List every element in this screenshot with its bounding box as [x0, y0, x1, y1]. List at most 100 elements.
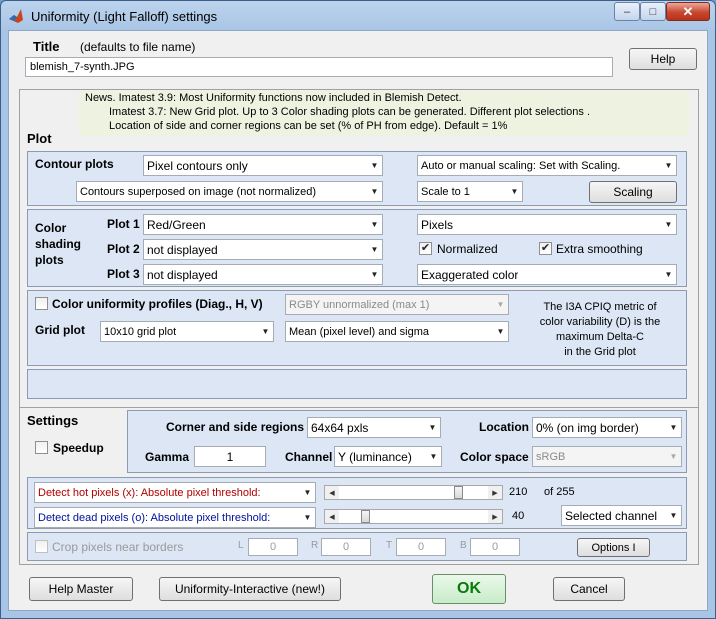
- news-line-3: Location of side and corner regions can …: [109, 120, 508, 132]
- plot2-value: not displayed: [147, 242, 218, 257]
- profile-type-select[interactable]: RGBY unnormalized (max 1) ▼: [285, 294, 509, 315]
- slider-thumb[interactable]: [454, 486, 463, 499]
- dead-channel-select[interactable]: Selected channel ▼: [561, 505, 682, 526]
- plot1-label: Plot 1: [107, 217, 140, 231]
- regions-select[interactable]: 64x64 pxls ▼: [307, 417, 441, 438]
- scale-select[interactable]: Scale to 1 ▼: [417, 181, 523, 202]
- dropdown-arrow-icon: ▼: [510, 187, 519, 196]
- profiles-label: Color uniformity profiles (Diag., H, V): [52, 297, 263, 311]
- ok-button[interactable]: OK: [432, 574, 506, 604]
- plot-section-label: Plot: [27, 131, 52, 146]
- crop-checkbox[interactable]: [35, 540, 48, 553]
- cpiq-note-4: in the Grid plot: [564, 346, 636, 358]
- options-button[interactable]: Options I: [577, 538, 650, 557]
- minimize-icon: –: [623, 5, 631, 18]
- cancel-button[interactable]: Cancel: [553, 577, 625, 601]
- crop-label: Crop pixels near borders: [52, 540, 184, 554]
- dropdown-arrow-icon: ▼: [429, 452, 438, 461]
- crop-right-label: R: [311, 540, 319, 551]
- scale-value: Scale to 1: [421, 185, 470, 198]
- plot2-label: Plot 2: [107, 242, 140, 256]
- help-button[interactable]: Help: [629, 48, 697, 70]
- dropdown-arrow-icon: ▼: [303, 488, 312, 497]
- grid-plot-value: 10x10 grid plot: [104, 325, 177, 338]
- dead-threshold-slider[interactable]: ◀ ▶: [324, 509, 503, 524]
- location-label: Location: [479, 420, 529, 434]
- crop-bottom-input[interactable]: 0: [470, 538, 520, 556]
- title-input[interactable]: blemish_7-synth.JPG: [25, 57, 613, 77]
- news-line-2: Imatest 3.7: New Grid plot. Up to 3 Colo…: [109, 106, 591, 118]
- dropdown-arrow-icon: ▼: [669, 452, 678, 461]
- scaling-button[interactable]: Scaling: [589, 181, 677, 203]
- plot1-select[interactable]: Red/Green ▼: [143, 214, 383, 235]
- window-title: Uniformity (Light Falloff) settings: [31, 9, 218, 24]
- check-mark-icon: ✔: [420, 242, 431, 254]
- title-hint: (defaults to file name): [80, 40, 196, 54]
- color-shading-label-2: shading: [35, 237, 82, 251]
- dropdown-arrow-icon: ▼: [303, 513, 312, 522]
- hot-threshold-value: 210: [509, 486, 528, 498]
- dropdown-arrow-icon: ▼: [669, 511, 678, 520]
- grid-stat-select[interactable]: Mean (pixel level) and sigma ▼: [285, 321, 509, 342]
- gamma-input[interactable]: 1: [194, 446, 266, 467]
- maximize-button[interactable]: □: [640, 2, 666, 21]
- slider-right-arrow-icon[interactable]: ▶: [488, 510, 502, 523]
- contour-overlay-select[interactable]: Contours superposed on image (not normal…: [76, 181, 383, 202]
- minimize-button[interactable]: –: [614, 2, 640, 21]
- hot-pixel-select[interactable]: Detect hot pixels (x): Absolute pixel th…: [34, 482, 316, 503]
- location-value: 0% (on img border): [536, 420, 639, 435]
- colorspace-label: Color space: [460, 450, 529, 464]
- uniformity-interactive-button[interactable]: Uniformity-Interactive (new!): [159, 577, 341, 601]
- crop-right-input[interactable]: 0: [321, 538, 371, 556]
- grid-plot-label: Grid plot: [35, 323, 85, 337]
- crop-top-input[interactable]: 0: [396, 538, 446, 556]
- color-shading-label-1: Color: [35, 221, 67, 235]
- settings-label: Settings: [27, 413, 79, 428]
- hot-threshold-slider[interactable]: ◀ ▶: [324, 485, 503, 500]
- grid-stat-value: Mean (pixel level) and sigma: [289, 325, 430, 338]
- dropdown-arrow-icon: ▼: [370, 245, 379, 254]
- dropdown-arrow-icon: ▼: [370, 220, 379, 229]
- slider-thumb[interactable]: [361, 510, 370, 523]
- close-button[interactable]: ✕: [666, 2, 710, 21]
- dropdown-arrow-icon: ▼: [370, 270, 379, 279]
- color-mode-select[interactable]: Exaggerated color ▼: [417, 264, 677, 285]
- dead-pixel-select[interactable]: Detect dead pixels (o): Absolute pixel t…: [34, 507, 316, 528]
- matlab-logo-icon: [9, 9, 23, 23]
- location-select[interactable]: 0% (on img border) ▼: [532, 417, 682, 438]
- extra-smoothing-checkbox[interactable]: ✔: [539, 242, 552, 255]
- color-shading-label-3: plots: [35, 253, 64, 267]
- profiles-checkbox[interactable]: [35, 297, 48, 310]
- plot3-select[interactable]: not displayed ▼: [143, 264, 383, 285]
- channel-select[interactable]: Y (luminance) ▼: [334, 446, 442, 467]
- regions-label: Corner and side regions: [166, 420, 305, 434]
- news-box: News. Imatest 3.9: Most Uniformity funct…: [79, 90, 689, 136]
- dropdown-arrow-icon: ▼: [669, 423, 678, 432]
- title-bar[interactable]: Uniformity (Light Falloff) settings – □ …: [1, 1, 715, 31]
- speedup-checkbox[interactable]: [35, 441, 48, 454]
- help-master-button[interactable]: Help Master: [29, 577, 133, 601]
- check-mark-icon: ✔: [540, 242, 551, 254]
- cpiq-note-1: The I3A CPIQ metric of: [543, 301, 657, 313]
- units-select[interactable]: Pixels ▼: [417, 214, 677, 235]
- slider-left-arrow-icon[interactable]: ◀: [325, 510, 339, 523]
- normalized-checkbox[interactable]: ✔: [419, 242, 432, 255]
- slider-left-arrow-icon[interactable]: ◀: [325, 486, 339, 499]
- grid-plot-select[interactable]: 10x10 grid plot ▼: [100, 321, 274, 342]
- slider-right-arrow-icon[interactable]: ▶: [488, 486, 502, 499]
- plot2-select[interactable]: not displayed ▼: [143, 239, 383, 260]
- title-label: Title: [33, 39, 60, 54]
- dropdown-arrow-icon: ▼: [370, 161, 379, 170]
- crop-top-label: T: [386, 540, 393, 551]
- plot3-value: not displayed: [147, 267, 218, 282]
- units-value: Pixels: [421, 217, 454, 232]
- plot3-label: Plot 3: [107, 267, 140, 281]
- colorspace-select[interactable]: sRGB ▼: [532, 446, 682, 467]
- scaling-mode-select[interactable]: Auto or manual scaling: Set with Scaling…: [417, 155, 677, 176]
- channel-value: Y (luminance): [338, 449, 412, 464]
- contour-type-select[interactable]: Pixel contours only ▼: [143, 155, 383, 176]
- crop-left-input[interactable]: 0: [248, 538, 298, 556]
- empty-panel: [27, 369, 687, 399]
- dropdown-arrow-icon: ▼: [664, 161, 673, 170]
- hot-pixel-value: Detect hot pixels (x): Absolute pixel th…: [38, 486, 261, 499]
